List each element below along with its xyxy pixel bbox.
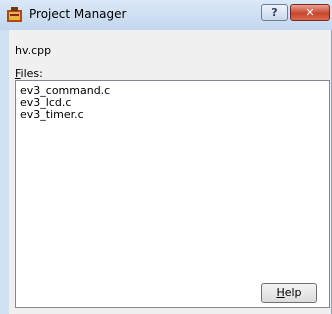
files-label: Files: bbox=[15, 67, 43, 80]
files-listbox[interactable]: ev3_command.c ev3_lcd.c ev3_timer.c bbox=[15, 80, 330, 308]
close-button[interactable]: ✕ bbox=[290, 4, 330, 21]
project-manager-window: Project Manager ? ✕ hv.cpp Files: ev3_co… bbox=[0, 0, 332, 314]
window-title: Project Manager bbox=[29, 7, 127, 21]
help-title-button[interactable]: ? bbox=[261, 4, 288, 21]
files-label-text: iles: bbox=[20, 67, 43, 80]
project-filename: hv.cpp bbox=[15, 44, 52, 57]
dialog-body: hv.cpp Files: ev3_command.c ev3_lcd.c ev… bbox=[9, 30, 331, 314]
help-button-label: elp bbox=[284, 286, 302, 299]
file-list-item[interactable]: ev3_timer.c bbox=[16, 109, 329, 121]
title-bar[interactable]: Project Manager ? ✕ bbox=[0, 0, 332, 30]
help-button-mnemonic: H bbox=[276, 286, 285, 299]
help-button[interactable]: Help bbox=[261, 283, 317, 303]
close-icon: ✕ bbox=[305, 6, 315, 19]
project-manager-app-icon bbox=[7, 7, 22, 22]
